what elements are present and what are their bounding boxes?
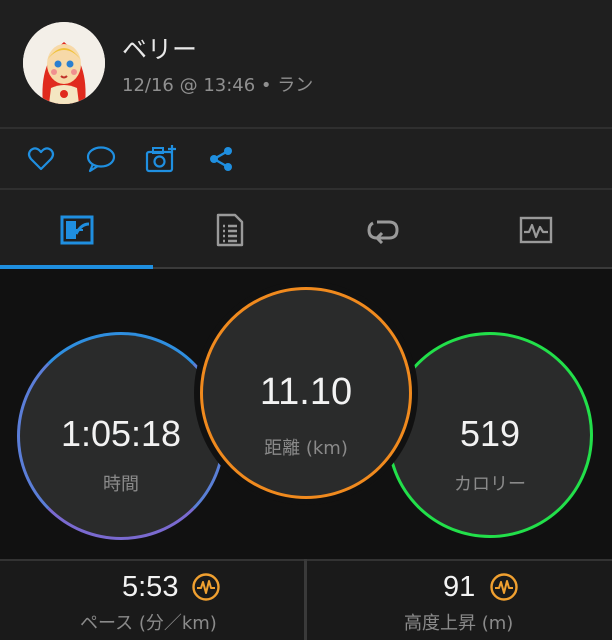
share-icon <box>210 147 232 171</box>
avatar[interactable] <box>23 22 105 104</box>
elevation-value: 91 <box>443 571 476 603</box>
tab-charts[interactable] <box>459 190 612 269</box>
activity-tabs <box>0 190 612 269</box>
comment-button[interactable] <box>82 140 120 178</box>
like-button[interactable] <box>22 140 60 178</box>
time-value: 1:05:18 <box>60 413 182 454</box>
calories-label: カロリー <box>454 474 526 495</box>
tab-overview[interactable] <box>0 190 153 269</box>
laps-icon <box>366 220 399 244</box>
performance-icon <box>192 573 220 601</box>
elevation-label: 高度上昇 (m) <box>404 613 514 634</box>
add-photo-button[interactable] <box>142 140 180 178</box>
performance-icon <box>490 573 518 601</box>
tab-laps[interactable] <box>306 190 459 269</box>
details-list-icon <box>216 213 243 246</box>
time-stat-circle[interactable]: 1:05:18 時間 <box>17 332 225 540</box>
distance-stat-circle[interactable]: 11.10 距離 (km) <box>200 287 412 499</box>
distance-value: 11.10 <box>259 371 353 413</box>
action-bar <box>0 129 612 188</box>
activity-header: ベリー 12/16 @ 13:46 • ラン <box>0 0 612 127</box>
summary-stats: 1:05:18 時間 519 カロリー 11.10 距離 (km) <box>0 269 612 559</box>
user-name[interactable]: ベリー <box>122 30 197 66</box>
comment-icon <box>86 146 116 173</box>
metrics-separator <box>304 559 307 640</box>
activity-date-type: 12/16 @ 13:46 • ラン <box>122 75 314 96</box>
overview-icon <box>60 215 93 244</box>
heart-icon <box>27 147 55 171</box>
matryoshka-avatar-image <box>23 22 105 104</box>
pace-label: ペース (分／km) <box>80 613 217 634</box>
charts-icon <box>519 216 552 243</box>
time-label: 時間 <box>103 474 139 495</box>
distance-label: 距離 (km) <box>264 438 348 459</box>
calories-value: 519 <box>459 413 521 454</box>
calories-stat-circle[interactable]: 519 カロリー <box>387 332 593 538</box>
secondary-metrics: 5:53 ペース (分／km) 91 高度上昇 (m) <box>0 559 612 640</box>
tab-details[interactable] <box>153 190 306 269</box>
pace-value: 5:53 <box>122 571 179 603</box>
add-photo-icon <box>145 145 176 173</box>
share-button[interactable] <box>202 140 240 178</box>
